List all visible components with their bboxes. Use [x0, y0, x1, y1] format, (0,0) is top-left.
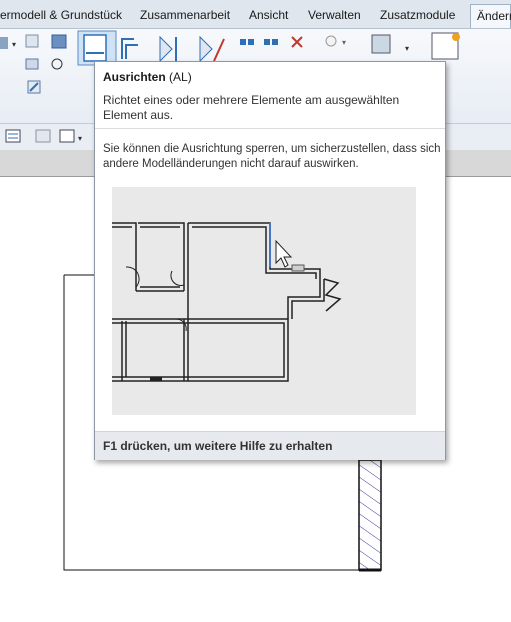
svg-text:▾: ▾: [405, 44, 409, 53]
tab-zusammenarbeit[interactable]: Zusammenarbeit: [140, 8, 230, 22]
align-icon[interactable]: [77, 30, 117, 66]
tooltip-help-text: F1 drücken, um weitere Hilfe zu erhalten: [103, 439, 333, 453]
svg-text:▾: ▾: [342, 38, 346, 47]
tab-massenmodell-grundstueck[interactable]: ermodell & Grundstück: [0, 8, 122, 22]
tooltip-note: Sie können die Ausrichtung sperren, um s…: [103, 143, 441, 170]
floorplan-drawing: [112, 222, 342, 382]
tab-ansicht[interactable]: Ansicht: [249, 8, 288, 22]
mouse-cursor-icon: [275, 239, 293, 268]
move-icon[interactable]: [240, 39, 254, 45]
tab-aendern[interactable]: Änderr: [470, 4, 511, 28]
ribbon-tab-bar: ermodell & Grundstück Zusammenarbeit Ans…: [0, 0, 511, 29]
split-face-icon[interactable]: [27, 80, 41, 94]
window-icon[interactable]: ▾: [59, 129, 82, 143]
align-tooltip: Ausrichten (AL) Richtet eines oder mehre…: [94, 61, 446, 460]
delete-icon[interactable]: [291, 36, 303, 48]
offset-icon[interactable]: [121, 38, 138, 59]
tooltip-title-name: Ausrichten: [103, 70, 166, 84]
tab-verwalten[interactable]: Verwalten: [308, 8, 361, 22]
cut-geometry-icon[interactable]: [51, 34, 67, 49]
mirror-axis-icon[interactable]: [159, 35, 177, 63]
pin-icon[interactable]: ▾: [325, 35, 346, 47]
tooltip-shortcut: (AL): [169, 70, 192, 84]
wall-section[interactable]: [358, 459, 382, 572]
cope-icon[interactable]: [25, 34, 39, 48]
svg-text:▾: ▾: [12, 40, 16, 49]
tab-zusatzmodule[interactable]: Zusatzmodule: [380, 8, 455, 22]
tooltip-help-footer: F1 drücken, um weitere Hilfe zu erhalten: [95, 431, 445, 460]
paste-icon[interactable]: ▾: [0, 37, 16, 49]
create-group-icon[interactable]: [431, 32, 460, 60]
tooltip-description: Richtet eines oder mehrere Elemente am a…: [103, 93, 400, 122]
copy-icon[interactable]: [264, 39, 278, 45]
join-icon[interactable]: [25, 58, 63, 70]
tooltip-floorplan-illustration: [112, 187, 416, 415]
mirror-draw-icon[interactable]: [199, 35, 225, 63]
tooltip-divider: [95, 128, 445, 129]
tooltip-title: Ausrichten (AL): [103, 70, 192, 84]
select-icon[interactable]: [35, 129, 51, 143]
svg-text:▾: ▾: [78, 134, 82, 143]
view-icon[interactable]: ▾: [371, 34, 409, 54]
properties-icon[interactable]: [5, 129, 21, 143]
